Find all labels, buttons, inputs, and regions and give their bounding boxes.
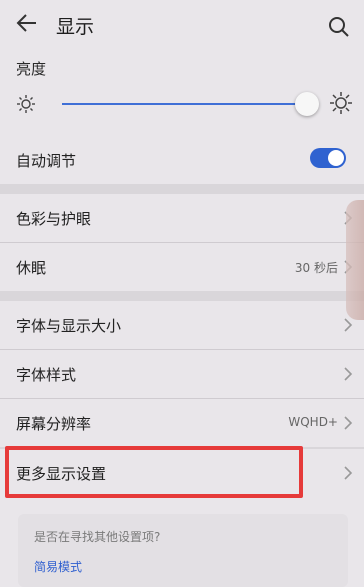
auto-adjust-toggle[interactable] (310, 148, 346, 168)
simple-mode-link[interactable]: 简易模式 (34, 558, 82, 575)
brightness-thumb[interactable] (295, 92, 319, 116)
suggestion-card: 是否在寻找其他设置项? 简易模式 (18, 514, 348, 587)
chevron-right-icon (344, 318, 353, 332)
section-gap (0, 291, 364, 301)
font-style-row[interactable]: 字体样式 (0, 350, 364, 398)
chevron-right-icon (344, 466, 353, 480)
auto-adjust-label: 自动调节 (16, 152, 77, 170)
highlight-annotation-box (5, 446, 303, 498)
back-arrow-icon[interactable] (14, 10, 40, 36)
color-eye-label: 色彩与护眼 (16, 210, 92, 228)
search-icon[interactable] (328, 16, 350, 38)
brightness-label: 亮度 (16, 60, 47, 78)
sleep-label: 休眠 (16, 259, 47, 277)
color-eye-row[interactable]: 色彩与护眼 (0, 194, 364, 242)
section-gap (0, 184, 364, 194)
top-bar: 显示 (0, 0, 364, 48)
suggestion-title: 是否在寻找其他设置项? (34, 530, 161, 544)
resolution-value: WQHD+ (288, 415, 338, 429)
sun-small-icon (17, 95, 35, 113)
font-display-size-label: 字体与显示大小 (16, 317, 122, 335)
font-style-label: 字体样式 (16, 366, 77, 384)
finger-overlay (346, 200, 364, 320)
resolution-label: 屏幕分辨率 (16, 415, 92, 433)
auto-adjust-row[interactable]: 自动调节 (0, 136, 364, 184)
brightness-slider[interactable] (0, 90, 364, 122)
toggle-knob (328, 150, 344, 166)
chevron-right-icon (344, 367, 353, 381)
sun-large-icon (330, 92, 352, 114)
chevron-right-icon (344, 416, 353, 430)
sleep-row[interactable]: 休眠 30 秒后 (0, 243, 364, 291)
page-title: 显示 (56, 16, 95, 38)
resolution-row[interactable]: 屏幕分辨率 WQHD+ (0, 399, 364, 447)
sleep-value: 30 秒后 (294, 261, 338, 275)
brightness-track[interactable] (62, 103, 306, 105)
font-display-size-row[interactable]: 字体与显示大小 (0, 301, 364, 349)
